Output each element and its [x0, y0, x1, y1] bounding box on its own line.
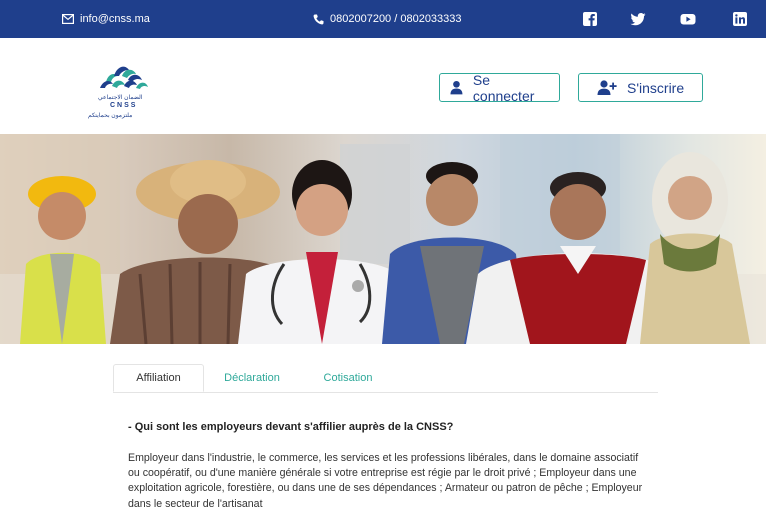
- phone-icon: [313, 14, 324, 24]
- tab-affiliation[interactable]: Affiliation: [113, 364, 204, 392]
- logo-arabic-line-2: ملتزمون بحمايتكم: [88, 113, 133, 119]
- faq-question: - Qui sont les employeurs devant s'affil…: [128, 421, 454, 433]
- signup-label: S'inscrire: [627, 79, 685, 96]
- signup-button[interactable]: S'inscrire: [578, 73, 703, 102]
- faq-answer: Employeur dans l'industrie, le commerce,…: [128, 452, 643, 510]
- logo-abbrev: CNSS: [110, 102, 138, 109]
- phone-contact[interactable]: 0802007200 / 0802033333: [313, 0, 462, 38]
- phone-text: 0802007200 / 0802033333: [330, 13, 462, 25]
- hero-banner: [0, 134, 766, 344]
- mail-icon: [62, 14, 74, 24]
- email-contact[interactable]: info@cnss.ma: [62, 0, 150, 38]
- email-text: info@cnss.ma: [80, 13, 150, 25]
- logo-emblem-icon: [100, 66, 148, 89]
- tab-cotisation[interactable]: Cotisation: [300, 364, 396, 392]
- user-icon: [450, 80, 463, 95]
- user-plus-icon: [597, 80, 617, 95]
- logo-arabic-line-1: الضمان الاجتماعي: [98, 95, 143, 101]
- login-label: Se connecter: [472, 71, 535, 104]
- tab-bar: Affiliation Déclaration Cotisation: [113, 364, 658, 393]
- workers-banner-image: [0, 134, 766, 344]
- cnss-logo[interactable]: الضمان الاجتماعي CNSS ملتزمون بحمايتكم: [84, 60, 164, 122]
- login-button[interactable]: Se connecter: [439, 71, 560, 104]
- linkedin-icon[interactable]: [732, 11, 748, 27]
- youtube-icon[interactable]: [680, 11, 696, 27]
- facebook-icon[interactable]: [582, 11, 598, 27]
- top-bar: info@cnss.ma 0802007200 / 0802033333: [0, 0, 766, 38]
- twitter-icon[interactable]: [630, 11, 646, 27]
- tab-declaration[interactable]: Déclaration: [204, 364, 300, 392]
